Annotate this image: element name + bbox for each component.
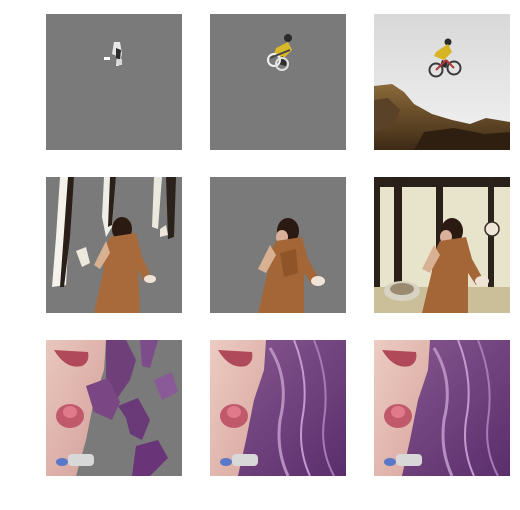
window-masked-subject-svg: [210, 177, 346, 313]
bmx-masked-subject-svg: [210, 14, 346, 150]
hair-masked-partial-image: [46, 340, 182, 476]
bmx-original-svg: [374, 14, 510, 150]
hair-masked-subject-svg: [210, 340, 346, 476]
window-original-svg: [374, 177, 510, 313]
hair-masked-subject-image: [210, 340, 346, 476]
bmx-original-image: [374, 14, 510, 150]
window-original-image: [374, 177, 510, 313]
window-masked-subject-image: [210, 177, 346, 313]
window-masked-partial-svg: [46, 177, 182, 313]
bmx-masked-subject-image: [210, 14, 346, 150]
bmx-masked-partial-image: [46, 14, 182, 150]
hair-original-image: [374, 340, 510, 476]
window-masked-partial-image: [46, 177, 182, 313]
hair-masked-partial-svg: [46, 340, 182, 476]
bmx-masked-partial-svg: [46, 14, 182, 150]
hair-original-svg: [374, 340, 510, 476]
